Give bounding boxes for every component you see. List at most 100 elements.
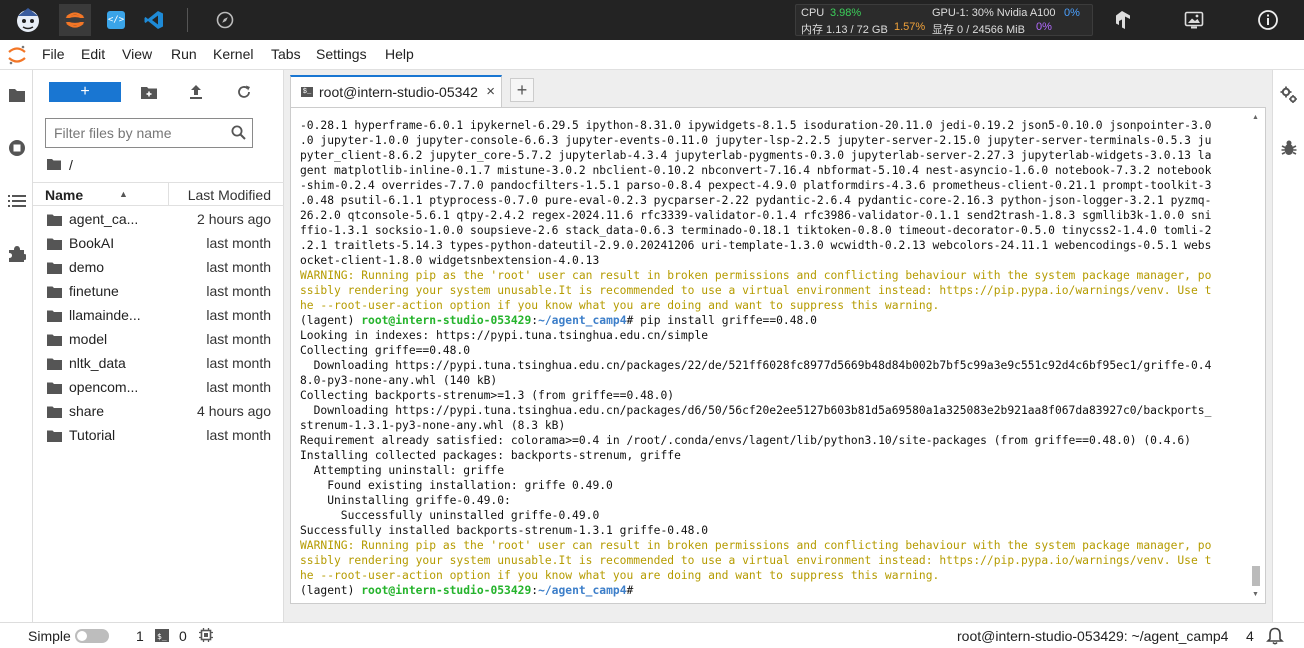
- simple-mode-toggle[interactable]: [75, 629, 109, 643]
- folder-icon: [47, 357, 62, 373]
- tab-terminal[interactable]: $_ root@intern-studio-05342 ×: [290, 75, 502, 107]
- debugger-icon[interactable]: [1278, 137, 1300, 159]
- file-row[interactable]: agent_ca... 2 hours ago: [33, 207, 284, 231]
- file-modified: 2 hours ago: [197, 211, 271, 227]
- search-icon: [231, 125, 246, 143]
- code-editor-icon[interactable]: </>: [100, 4, 132, 36]
- notification-count[interactable]: 4: [1246, 628, 1254, 644]
- vscode-icon[interactable]: [138, 4, 170, 36]
- terminal-line: WARNING: Running pip as the 'root' user …: [300, 539, 1212, 552]
- file-name[interactable]: llamainde...: [69, 307, 149, 323]
- resource-monitor: CPU 3.98% 内存 1.13 / 72 GB 1.57% GPU-1: 3…: [795, 4, 1093, 36]
- tensorflow-icon[interactable]: [1106, 4, 1138, 36]
- file-name[interactable]: Tutorial: [69, 427, 149, 443]
- breadcrumb-home-folder-icon[interactable]: [47, 157, 61, 173]
- sort-ascending-icon: ▲: [119, 189, 128, 199]
- scroll-up-icon[interactable]: ▲: [1252, 114, 1259, 121]
- kernel-count[interactable]: 1: [136, 628, 144, 644]
- terminal-scrollbar[interactable]: ▲ ▼: [1251, 114, 1261, 598]
- folder-icon: [47, 261, 62, 277]
- scrollbar-thumb[interactable]: [1252, 566, 1260, 586]
- folder-icon: [47, 237, 62, 253]
- prompt-host: root@intern-studio-053429: [361, 314, 532, 327]
- compass-icon[interactable]: [209, 4, 241, 36]
- file-row[interactable]: finetune last month: [33, 279, 284, 303]
- property-inspector-icon[interactable]: [1278, 84, 1300, 106]
- column-modified-header[interactable]: Last Modified: [188, 187, 271, 203]
- terminal-count-icon: $_: [155, 629, 169, 645]
- tab-bar: $_ root@intern-studio-05342 × +: [289, 75, 1267, 107]
- file-row[interactable]: demo last month: [33, 255, 284, 279]
- file-modified: last month: [206, 307, 271, 323]
- file-name[interactable]: demo: [69, 259, 149, 275]
- file-name[interactable]: model: [69, 331, 149, 347]
- bell-icon[interactable]: [1266, 627, 1284, 648]
- launcher-divider: [187, 8, 188, 32]
- menu-kernel[interactable]: Kernel: [213, 46, 253, 62]
- scroll-down-icon[interactable]: ▼: [1252, 591, 1259, 598]
- file-name[interactable]: nltk_data: [69, 355, 149, 371]
- menu-view[interactable]: View: [122, 46, 152, 62]
- terminal-line: .2.1 traitlets-5.14.3 types-python-dateu…: [300, 239, 1212, 252]
- file-name[interactable]: BookAI: [69, 235, 149, 251]
- terminal-line: .0 jupyter-1.0.0 jupyter-console-6.6.3 j…: [300, 134, 1212, 147]
- file-name[interactable]: finetune: [69, 283, 149, 299]
- folder-icon[interactable]: [6, 84, 28, 106]
- terminal-panel[interactable]: -0.28.1 hyperframe-6.0.1 ipykernel-6.29.…: [290, 107, 1266, 604]
- menu-tabs[interactable]: Tabs: [271, 46, 301, 62]
- kernel-status-icon[interactable]: [199, 628, 213, 645]
- folder-icon: [47, 285, 62, 301]
- left-sidebar-rail: [0, 70, 33, 622]
- file-name[interactable]: opencom...: [69, 379, 149, 395]
- terminal-count[interactable]: 0: [179, 628, 187, 644]
- file-row[interactable]: nltk_data last month: [33, 351, 284, 375]
- terminal-line: WARNING: Running pip as the 'root' user …: [300, 269, 1212, 282]
- filter-files-input[interactable]: [54, 124, 224, 142]
- terminal-line: Attempting uninstall: griffe: [300, 464, 505, 477]
- menu-file[interactable]: File: [42, 46, 65, 62]
- file-row[interactable]: Tutorial last month: [33, 423, 284, 447]
- file-row[interactable]: share 4 hours ago: [33, 399, 284, 423]
- file-row[interactable]: model last month: [33, 327, 284, 351]
- breadcrumb: /: [47, 156, 73, 174]
- file-row[interactable]: llamainde... last month: [33, 303, 284, 327]
- table-of-contents-icon[interactable]: [6, 190, 28, 212]
- refresh-icon[interactable]: [233, 82, 255, 102]
- tab-terminal-label: root@intern-studio-05342: [319, 84, 478, 100]
- terminal-line: gent matplotlib-inline-0.1.7 mistune-3.0…: [300, 164, 1212, 177]
- intern-studio-logo-icon[interactable]: [12, 4, 44, 36]
- file-row[interactable]: BookAI last month: [33, 231, 284, 255]
- file-row[interactable]: opencom... last month: [33, 375, 284, 399]
- extension-manager-icon[interactable]: [6, 243, 28, 265]
- toggle-knob: [77, 631, 87, 641]
- filter-files-field[interactable]: [45, 118, 253, 148]
- column-name-header[interactable]: Name: [45, 187, 83, 203]
- terminal-line: Collecting griffe==0.48.0: [300, 344, 471, 357]
- gpu-label: GPU-1: 30% Nvidia A100: [932, 7, 1056, 19]
- file-name[interactable]: share: [69, 403, 149, 419]
- terminal-output[interactable]: -0.28.1 hyperframe-6.0.1 ipykernel-6.29.…: [300, 118, 1240, 598]
- breadcrumb-root[interactable]: /: [69, 157, 73, 173]
- terminal-line: strenum-1.3.1-py3-none-any.whl (8.3 kB): [300, 419, 566, 432]
- upload-icon[interactable]: [185, 82, 207, 102]
- info-icon[interactable]: [1252, 4, 1284, 36]
- file-name[interactable]: agent_ca...: [69, 211, 149, 227]
- image-monitor-icon[interactable]: [1178, 4, 1210, 36]
- terminal-path-status: root@intern-studio-053429: ~/agent_camp4: [957, 628, 1229, 644]
- simple-mode-label: Simple: [28, 628, 71, 644]
- menu-run[interactable]: Run: [171, 46, 197, 62]
- terminal-line: ffio-1.3.1 socksio-1.0.0 soupsieve-2.6 s…: [300, 224, 1212, 237]
- menu-help[interactable]: Help: [385, 46, 414, 62]
- new-folder-icon[interactable]: [138, 82, 160, 102]
- right-sidebar-rail: [1272, 70, 1304, 622]
- menu-settings[interactable]: Settings: [316, 46, 367, 62]
- menu-edit[interactable]: Edit: [81, 46, 105, 62]
- prompt-command: #: [626, 584, 634, 597]
- new-tab-button[interactable]: +: [510, 78, 534, 102]
- vram-value: 0%: [1036, 21, 1052, 33]
- running-sessions-icon[interactable]: [6, 137, 28, 159]
- terminal-line: Uninstalling griffe-0.49.0:: [300, 494, 511, 507]
- new-launcher-button[interactable]: +: [49, 82, 121, 102]
- close-tab-icon[interactable]: ×: [486, 83, 495, 100]
- jupyter-launcher-icon[interactable]: [59, 4, 91, 36]
